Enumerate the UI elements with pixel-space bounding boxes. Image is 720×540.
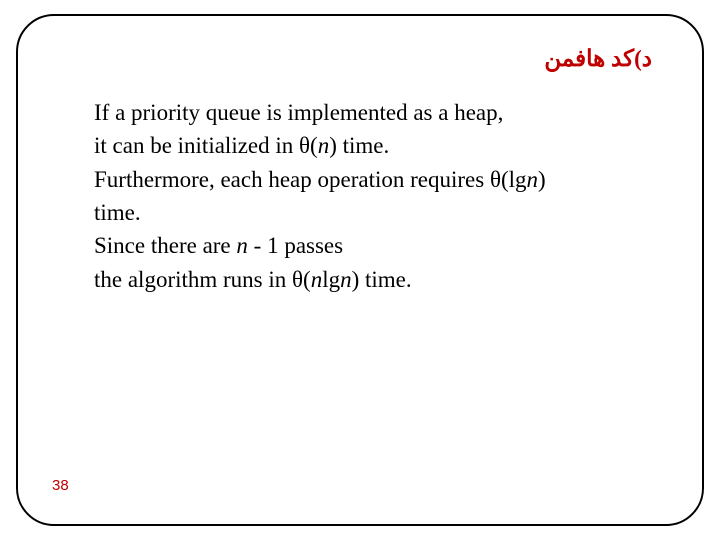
line2-var: n [318,133,330,158]
line5-suffix: - 1 passes [248,233,343,258]
line3-var: n [527,167,539,192]
line2-suffix: ) time. [329,133,389,158]
page-number-value: 38 [52,477,69,494]
header-title: د)کد هافمن [544,46,652,71]
line6-prefix: the algorithm runs in θ( [94,267,311,292]
line3-prefix: Furthermore, each heap operation require… [94,167,527,192]
content-line-1: If a priority queue is implemented as a … [94,96,662,129]
line5-prefix: Since there are [94,233,236,258]
line1-text: If a priority queue is implemented as a … [94,100,503,125]
content-line-3: Furthermore, each heap operation require… [94,163,662,196]
content-line-2: it can be initialized in θ(n) time. [94,129,662,162]
content-line-4: time. [94,196,662,229]
line6-suffix: ) time. [352,267,412,292]
line5-var: n [236,233,248,258]
line4-text: time. [94,200,141,225]
line3-suffix: ) [538,167,546,192]
page-number: 38 [52,477,69,494]
line6-mid: lg [322,267,340,292]
slide-frame: د)کد هافمن If a priority queue is implem… [16,14,704,526]
slide-header: د)کد هافمن [78,46,662,72]
line6-var2: n [340,267,352,292]
content-line-5: Since there are n - 1 passes [94,229,662,262]
slide-content: If a priority queue is implemented as a … [78,96,662,296]
line2-prefix: it can be initialized in θ( [94,133,318,158]
line6-var1: n [311,267,323,292]
content-line-6: the algorithm runs in θ(nlgn) time. [94,263,662,296]
